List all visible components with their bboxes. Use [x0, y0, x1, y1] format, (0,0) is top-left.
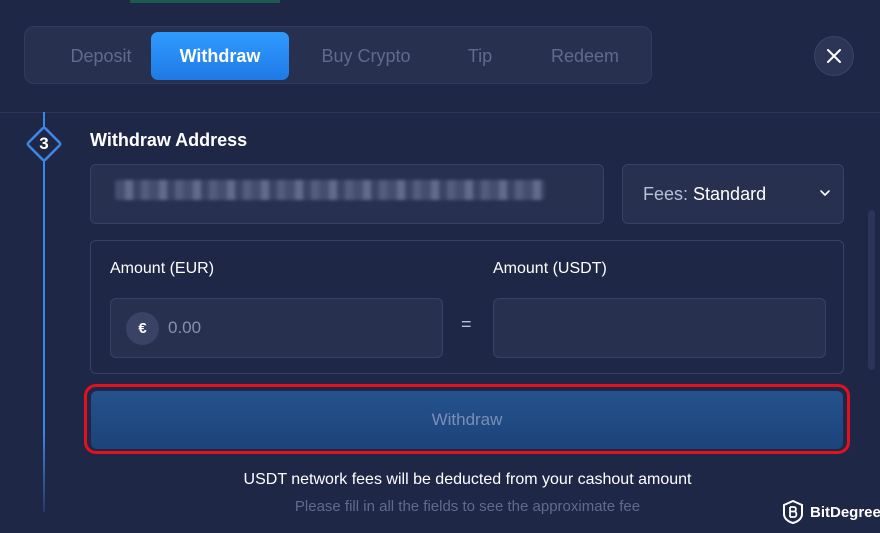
withdraw-address-input[interactable]: [90, 164, 604, 224]
euro-icon: €: [126, 311, 159, 345]
bitdegree-logo-icon: [783, 500, 803, 524]
highlight-outline: [84, 384, 850, 454]
step-badge: 3: [24, 124, 64, 164]
section-title: Withdraw Address: [90, 130, 248, 150]
fee-hint: Please fill in all the fields to see the…: [294, 498, 641, 515]
step-number: 3: [39, 134, 49, 153]
amount-usdt-input[interactable]: [493, 298, 826, 358]
header-divider: [0, 112, 880, 113]
chevron-down-icon: [820, 190, 830, 196]
tab-deposit[interactable]: Deposit: [35, 32, 167, 80]
fee-note: USDT network fees will be deducted from …: [243, 471, 692, 488]
obscured-address: [115, 180, 545, 200]
amount-eur-input[interactable]: € 0.00: [110, 298, 443, 358]
tab-buy-crypto[interactable]: Buy Crypto: [301, 32, 431, 80]
close-icon: [827, 49, 841, 63]
tab-withdraw[interactable]: Withdraw: [151, 32, 289, 80]
fees-label: Fees:: [643, 183, 689, 204]
watermark-text: BitDegree: [810, 503, 880, 521]
amount-usdt-label: Amount (USDT): [493, 260, 607, 277]
fees-select[interactable]: Fees: Standard: [622, 164, 844, 224]
amount-panel: Amount (EUR) Amount (USDT) € 0.00 =: [90, 240, 844, 374]
tab-redeem[interactable]: Redeem: [533, 32, 637, 80]
top-accent-bar: [130, 0, 280, 3]
watermark: BitDegree: [782, 500, 880, 524]
fees-value: Standard: [693, 183, 767, 204]
stepper-line: [43, 112, 45, 512]
close-button[interactable]: [814, 36, 854, 76]
tab-bar: Deposit Withdraw Buy Crypto Tip Redeem: [24, 26, 652, 84]
amount-eur-placeholder: 0.00: [168, 318, 202, 337]
equals-sign: =: [461, 314, 472, 334]
scrollbar[interactable]: [868, 210, 875, 370]
tab-tip[interactable]: Tip: [450, 32, 510, 80]
amount-eur-label: Amount (EUR): [110, 260, 215, 277]
